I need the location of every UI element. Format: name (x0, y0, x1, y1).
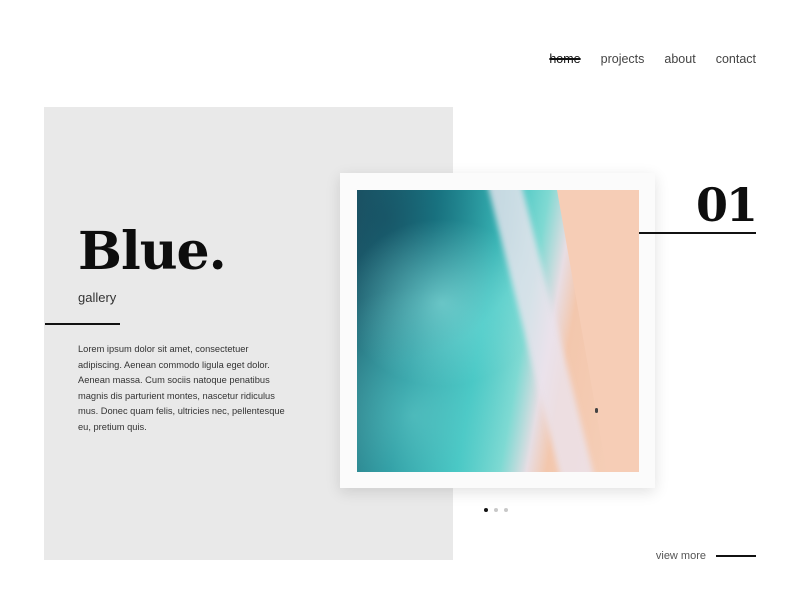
beach-photo[interactable] (357, 190, 639, 472)
pagination-dot-2[interactable] (494, 508, 498, 512)
main-nav: home projects about contact (549, 52, 756, 66)
hero-description: Lorem ipsum dolor sit amet, consectetuer… (78, 344, 285, 432)
nav-home[interactable]: home (549, 52, 580, 66)
view-more-line (716, 555, 756, 557)
slide-number: 01 (695, 178, 758, 232)
slide-pagination (484, 508, 508, 512)
nav-projects[interactable]: projects (601, 52, 645, 66)
hero-subtitle: gallery (78, 290, 117, 305)
hero-title: Blue. (78, 221, 227, 282)
pagination-dot-1[interactable] (484, 508, 488, 512)
nav-contact[interactable]: contact (716, 52, 756, 66)
title-divider (45, 323, 120, 325)
nav-about[interactable]: about (664, 52, 695, 66)
view-more-label: view more (655, 550, 706, 562)
view-more-link[interactable]: view more (656, 550, 756, 562)
pagination-dot-3[interactable] (504, 508, 508, 512)
image-frame (340, 173, 655, 488)
number-divider (639, 232, 756, 234)
person-on-beach (595, 408, 598, 413)
